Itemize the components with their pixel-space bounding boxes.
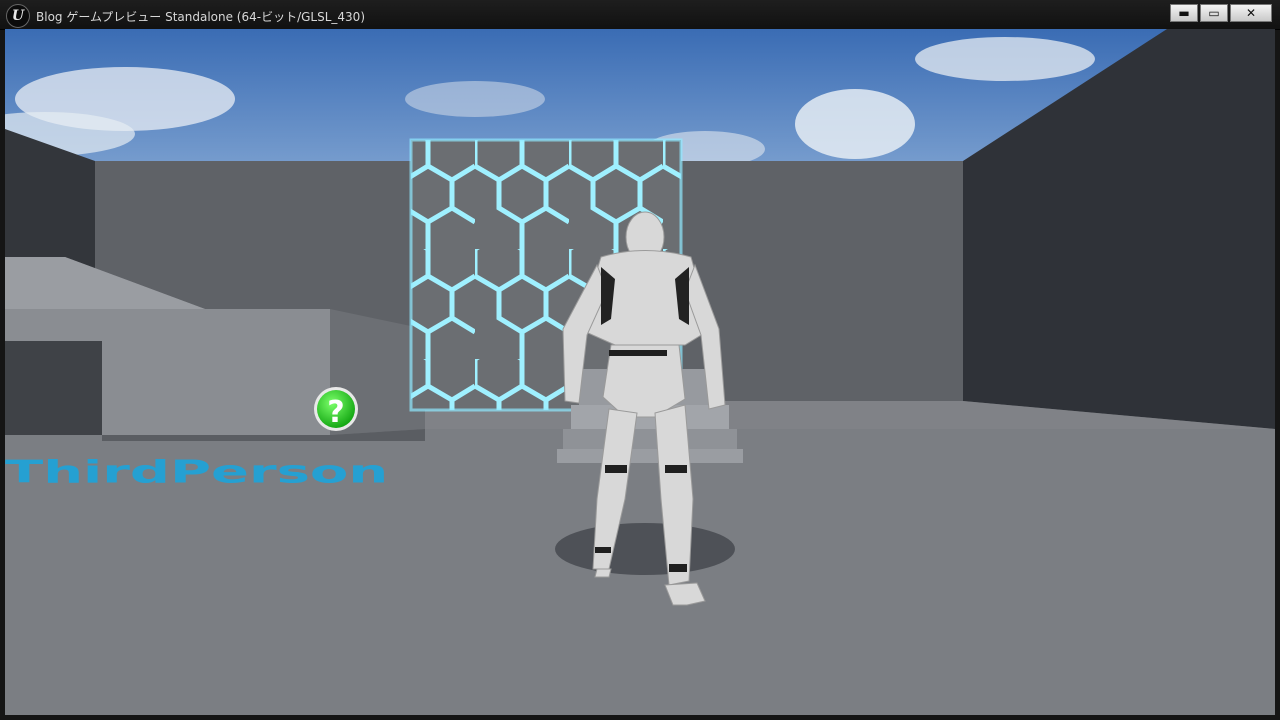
title-bar[interactable]: U Blog ゲームプレビュー Standalone (64-ビット/GLSL_… [0,0,1280,30]
minimize-button[interactable]: ▬ [1170,4,1198,22]
window-title: Blog ゲームプレビュー Standalone (64-ビット/GLSL_43… [36,10,366,24]
character-shadow [555,523,735,575]
game-scene: ThirdPerson ? [5,29,1275,715]
cloud [915,37,1095,81]
cloud [795,89,915,159]
game-window: U Blog ゲームプレビュー Standalone (64-ビット/GLSL_… [0,0,1280,720]
game-viewport[interactable]: ThirdPerson ? [5,29,1275,715]
unreal-engine-logo-icon: U [6,4,30,28]
floor-text: ThirdPerson [5,454,388,490]
help-icon-glyph: ? [327,395,344,430]
left-step [5,341,102,435]
stairs [557,449,743,463]
help-icon[interactable]: ? [314,387,358,431]
maximize-button[interactable]: ▭ [1200,4,1228,22]
cloud [405,81,545,117]
close-button[interactable]: ✕ [1230,4,1272,22]
